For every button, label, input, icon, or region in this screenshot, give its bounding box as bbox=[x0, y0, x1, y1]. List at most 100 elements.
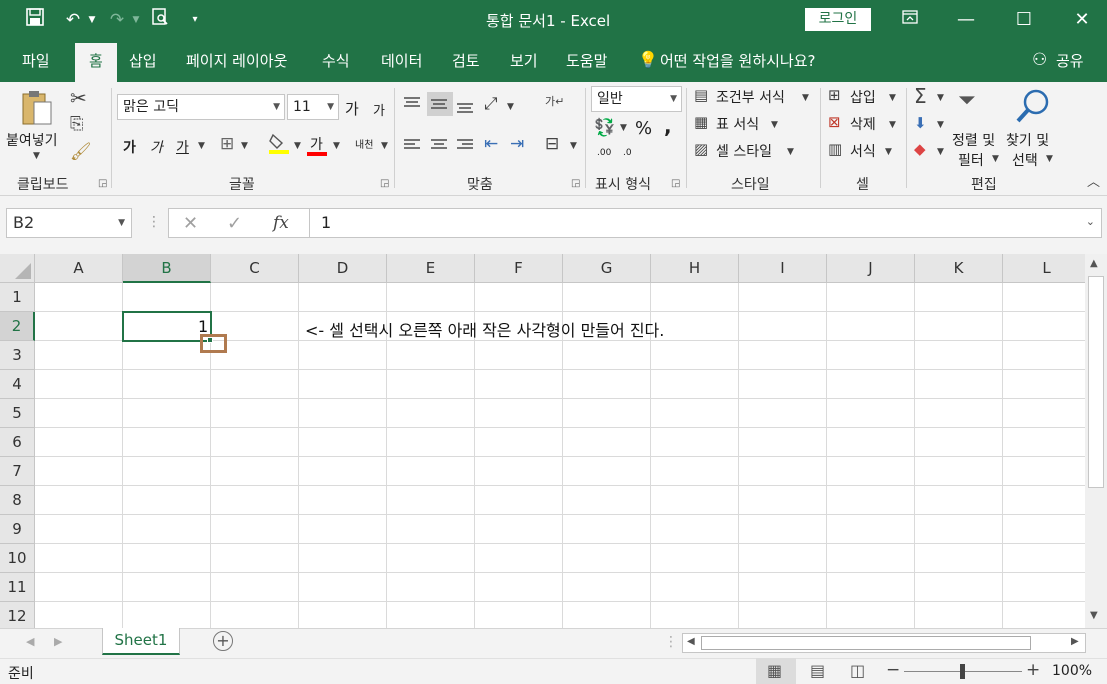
column-header-k[interactable]: K bbox=[915, 254, 1003, 283]
underline-dropdown-icon[interactable]: ▼ bbox=[198, 142, 205, 151]
underline-button[interactable]: 가 bbox=[176, 137, 189, 157]
conditional-format-icon[interactable]: ▤ bbox=[694, 88, 708, 103]
delete-cells-button[interactable]: 삭제 bbox=[850, 114, 876, 134]
column-header-j[interactable]: J bbox=[827, 254, 915, 283]
align-left-icon[interactable] bbox=[403, 138, 421, 155]
tab-formulas[interactable]: 수식 bbox=[322, 50, 350, 71]
grow-font-button[interactable]: 가 bbox=[345, 98, 359, 119]
align-right-icon[interactable] bbox=[456, 138, 474, 155]
maximize-button[interactable]: ☐ bbox=[1004, 6, 1044, 34]
tab-page-layout[interactable]: 페이지 레이아웃 bbox=[186, 50, 287, 71]
row-header-2[interactable]: 2 bbox=[0, 312, 35, 341]
autosum-icon[interactable]: Σ bbox=[914, 86, 927, 106]
sort-filter-dropdown-icon[interactable]: ▼ bbox=[992, 155, 999, 164]
row-header-8[interactable]: 8 bbox=[0, 486, 35, 515]
sort-filter-button[interactable]: 정렬 및 bbox=[952, 130, 995, 150]
normal-view-icon[interactable]: ▦ bbox=[767, 661, 782, 680]
number-launcher-icon[interactable]: ◲ bbox=[671, 178, 680, 189]
paste-button[interactable]: 붙여넣기 bbox=[6, 130, 58, 150]
confirm-entry-icon[interactable]: ✓ bbox=[227, 213, 242, 234]
share-button[interactable]: 공유 bbox=[1056, 50, 1084, 71]
page-layout-view-icon[interactable]: ▤ bbox=[810, 661, 825, 680]
wrap-text-icon[interactable]: 가↵ bbox=[545, 96, 564, 107]
phonetic-button[interactable]: 내천 bbox=[355, 136, 373, 151]
alignment-launcher-icon[interactable]: ◲ bbox=[571, 178, 580, 189]
tab-help[interactable]: 도움말 bbox=[566, 50, 607, 71]
bold-button[interactable]: 가 bbox=[123, 137, 136, 157]
scroll-right-icon[interactable]: ▶ bbox=[1071, 636, 1079, 647]
save-icon[interactable] bbox=[22, 8, 48, 32]
sheet-tab-sheet1[interactable]: Sheet1 bbox=[102, 628, 180, 655]
scroll-down-icon[interactable]: ▼ bbox=[1090, 610, 1098, 621]
print-preview-icon[interactable] bbox=[148, 8, 172, 32]
new-sheet-icon[interactable]: + bbox=[213, 631, 233, 651]
find-select-button[interactable]: 찾기 및 bbox=[1006, 130, 1049, 150]
format-as-table-dropdown-icon[interactable]: ▼ bbox=[771, 121, 778, 130]
accounting-dropdown-icon[interactable]: ▼ bbox=[620, 124, 627, 133]
cell-styles-dropdown-icon[interactable]: ▼ bbox=[787, 148, 794, 157]
row-header-10[interactable]: 10 bbox=[0, 544, 35, 573]
borders-dropdown-icon[interactable]: ▼ bbox=[241, 142, 248, 151]
ribbon-display-options-icon[interactable] bbox=[890, 6, 930, 34]
next-sheet-icon[interactable]: ▶ bbox=[54, 635, 62, 648]
page-break-view-icon[interactable]: ◫ bbox=[850, 661, 865, 680]
shrink-font-button[interactable]: 가 bbox=[373, 100, 385, 119]
delete-cells-icon[interactable]: ⊠ bbox=[828, 115, 841, 130]
column-header-c[interactable]: C bbox=[211, 254, 299, 283]
format-as-table-button[interactable]: 표 서식 bbox=[716, 114, 759, 134]
row-header-9[interactable]: 9 bbox=[0, 515, 35, 544]
conditional-format-button[interactable]: 조건부 서식 bbox=[716, 87, 785, 107]
column-header-g[interactable]: G bbox=[563, 254, 651, 283]
percent-style-button[interactable]: % bbox=[635, 118, 652, 139]
redo-dropdown-icon[interactable]: ▼ bbox=[130, 8, 142, 32]
increase-indent-icon[interactable]: ⇥ bbox=[510, 136, 524, 153]
horizontal-scroll-thumb[interactable] bbox=[701, 636, 1031, 650]
sort-filter-icon[interactable]: ⏷ bbox=[958, 90, 976, 112]
comma-style-button[interactable]: , bbox=[664, 114, 672, 138]
row-header-12[interactable]: 12 bbox=[0, 602, 35, 628]
row-header-6[interactable]: 6 bbox=[0, 428, 35, 457]
zoom-in-icon[interactable]: + bbox=[1026, 660, 1040, 680]
column-header-f[interactable]: F bbox=[475, 254, 563, 283]
close-button[interactable]: ✕ bbox=[1062, 6, 1102, 34]
row-header-5[interactable]: 5 bbox=[0, 399, 35, 428]
horizontal-scrollbar[interactable]: ◀ ▶ bbox=[682, 633, 1086, 653]
fill-color-icon[interactable] bbox=[268, 132, 290, 157]
redo-icon[interactable]: ↷ bbox=[104, 8, 130, 32]
cell-styles-icon[interactable]: ▨ bbox=[694, 142, 708, 157]
row-header-1[interactable]: 1 bbox=[0, 283, 35, 312]
column-header-l[interactable]: L bbox=[1003, 254, 1085, 283]
borders-icon[interactable]: ⊞ bbox=[220, 136, 234, 153]
align-center-icon[interactable] bbox=[430, 138, 448, 155]
undo-icon[interactable]: ↶ bbox=[60, 8, 86, 32]
number-format-select[interactable]: 일반 ▼ bbox=[591, 86, 682, 112]
clear-dropdown-icon[interactable]: ▼ bbox=[937, 148, 944, 157]
font-name-select[interactable]: 맑은 고딕 ▼ bbox=[117, 94, 285, 120]
increase-decimal-button[interactable]: .00 bbox=[597, 148, 611, 158]
row-header-3[interactable]: 3 bbox=[0, 341, 35, 370]
customize-qat-icon[interactable]: ▾ bbox=[186, 8, 204, 32]
format-cells-dropdown-icon[interactable]: ▼ bbox=[885, 148, 892, 157]
cell-d2[interactable]: <- 셀 선택시 오른쪽 아래 작은 사각형이 만들어 진다. bbox=[305, 317, 664, 341]
login-button[interactable]: 로그인 bbox=[805, 8, 871, 31]
accounting-format-icon[interactable]: 💱 bbox=[594, 120, 615, 137]
formula-input[interactable]: 1 bbox=[321, 213, 331, 232]
cell-styles-button[interactable]: 셀 스타일 bbox=[716, 141, 772, 161]
align-top-icon[interactable] bbox=[403, 96, 421, 113]
cancel-entry-icon[interactable]: ✕ bbox=[183, 213, 198, 234]
insert-function-button[interactable]: fx bbox=[273, 213, 289, 233]
merge-dropdown-icon[interactable]: ▼ bbox=[570, 142, 577, 151]
align-bottom-icon[interactable] bbox=[456, 98, 474, 117]
fill-icon[interactable]: ⬇ bbox=[914, 116, 927, 131]
zoom-slider-thumb[interactable] bbox=[960, 664, 965, 679]
row-header-7[interactable]: 7 bbox=[0, 457, 35, 486]
format-cells-icon[interactable]: ▥ bbox=[828, 142, 842, 157]
phonetic-dropdown-icon[interactable]: ▼ bbox=[381, 142, 388, 151]
orientation-icon[interactable]: ⤢ bbox=[484, 96, 498, 113]
format-painter-icon[interactable]: 🖌 bbox=[70, 144, 92, 161]
insert-cells-icon[interactable]: ⊞ bbox=[828, 88, 841, 103]
fill-dropdown-icon[interactable]: ▼ bbox=[937, 121, 944, 130]
expand-formula-bar-icon[interactable]: ⌄ bbox=[1086, 215, 1095, 228]
column-header-d[interactable]: D bbox=[299, 254, 387, 283]
delete-cells-dropdown-icon[interactable]: ▼ bbox=[889, 121, 896, 130]
